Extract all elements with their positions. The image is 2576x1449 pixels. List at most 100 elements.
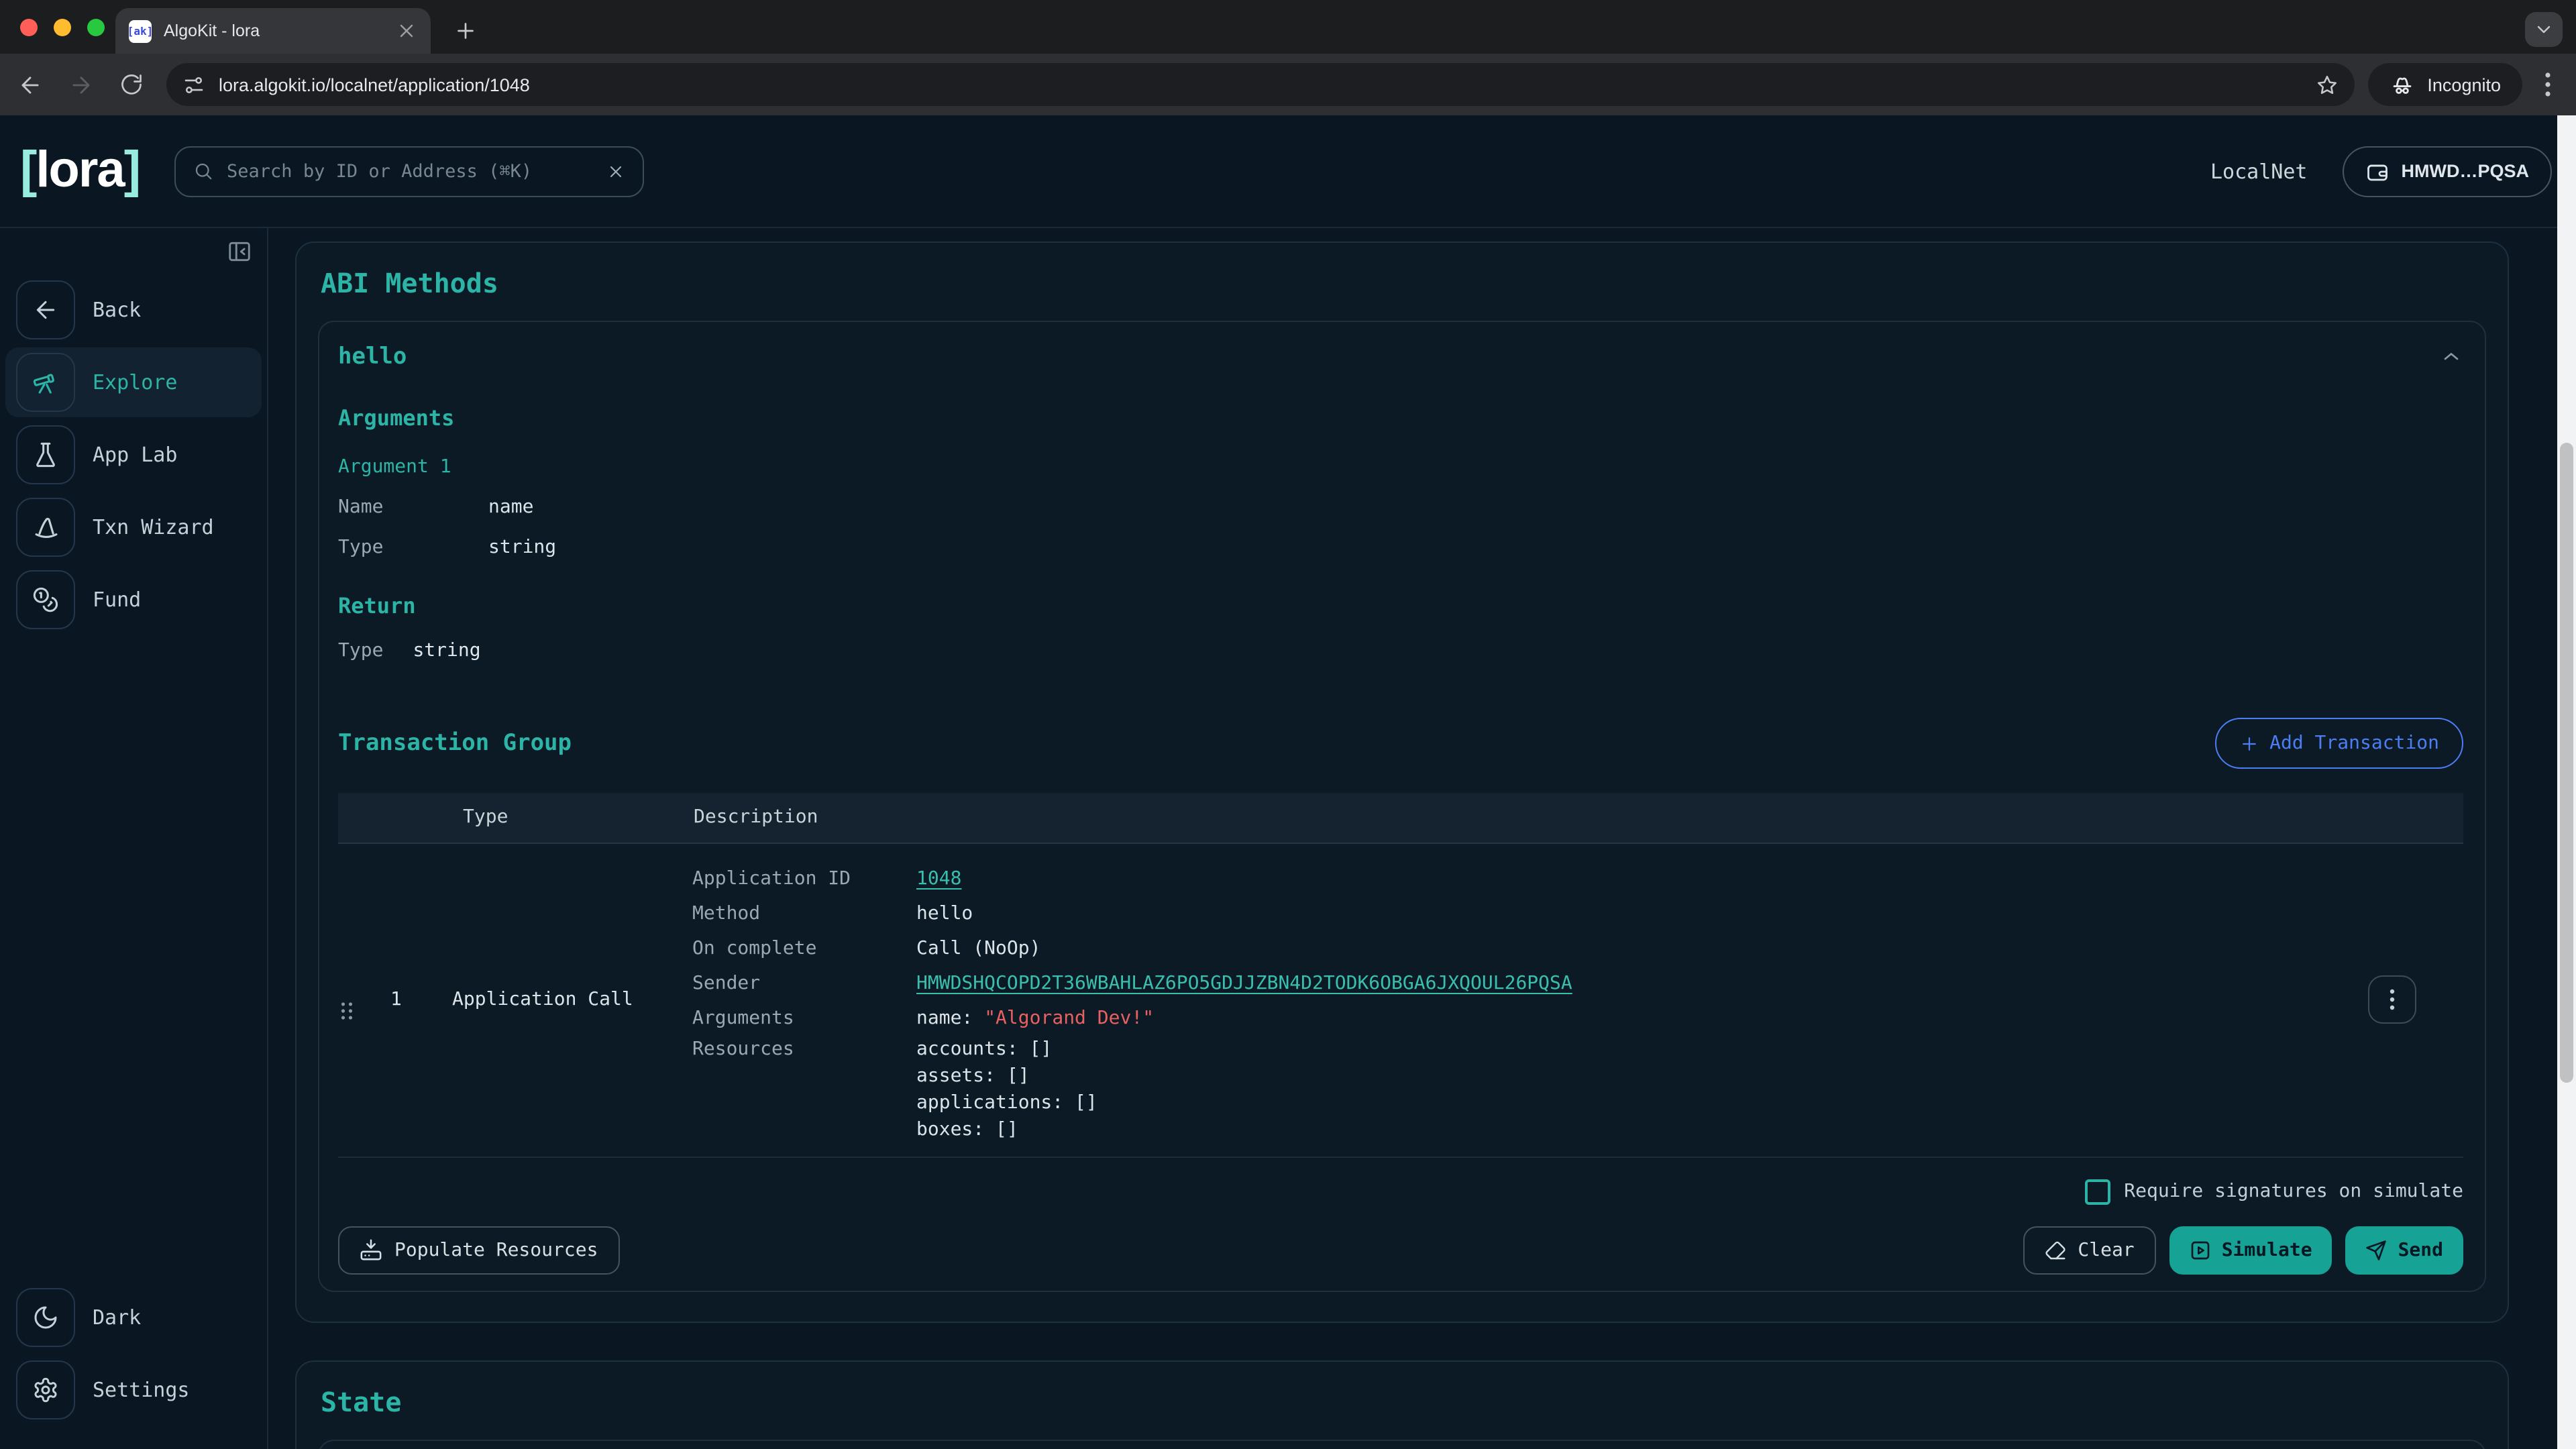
scrollbar-thumb[interactable] xyxy=(2560,443,2573,1083)
argument-type-row: Type string xyxy=(338,537,2463,558)
browser-tab[interactable]: [ak] AlgoKit - lora xyxy=(115,8,431,54)
sidebar-item-app-lab[interactable]: App Lab xyxy=(5,420,262,490)
require-signatures-row: Require signatures on simulate xyxy=(338,1179,2463,1204)
argument-string-value: "Algorand Dev!" xyxy=(984,1007,1154,1028)
plus-icon xyxy=(2239,733,2259,753)
address-bar[interactable]: lora.algokit.io/localnet/application/104… xyxy=(166,63,2355,106)
network-label[interactable]: LocalNet xyxy=(2210,159,2308,183)
sidebar: Back Explore xyxy=(0,228,268,1449)
state-title: State xyxy=(321,1385,2486,1417)
sender-address-link[interactable]: HMWDSHQCOPD2T36WBAHLAZ6PO5GDJJZBN4D2TODK… xyxy=(916,965,1572,1000)
sidebar-collapse-icon[interactable] xyxy=(227,239,252,264)
maximize-window-button[interactable] xyxy=(87,19,105,36)
sidebar-item-theme-dark[interactable]: Dark xyxy=(5,1283,262,1352)
method-hello-card: hello Arguments Argument 1 Name name xyxy=(318,321,2486,1291)
state-tablist: Global Box xyxy=(319,1440,2485,1449)
return-title: Return xyxy=(338,593,2463,619)
sidebar-nav: Back Explore xyxy=(0,275,267,637)
resource-boxes: boxes: [] xyxy=(916,1116,1097,1142)
clear-button[interactable]: Clear xyxy=(2023,1226,2155,1274)
resource-applications: applications: [] xyxy=(916,1089,1097,1116)
wizard-hat-icon xyxy=(16,498,75,557)
incognito-badge: Incognito xyxy=(2368,63,2522,106)
search-clear-icon[interactable] xyxy=(606,162,625,180)
traffic-lights xyxy=(20,19,105,36)
row-menu-button[interactable] xyxy=(2368,975,2416,1024)
drag-handle-icon[interactable] xyxy=(339,1000,388,1020)
telescope-icon xyxy=(16,353,75,412)
tab-search-button[interactable] xyxy=(2525,12,2563,47)
close-window-button[interactable] xyxy=(20,19,38,36)
resources-field: Resources accounts: [] assets: [] applic… xyxy=(692,1035,2367,1142)
abi-methods-card: ABI Methods hello Arguments Argument 1 N… xyxy=(295,241,2509,1322)
browser-toolbar: lora.algokit.io/localnet/application/104… xyxy=(0,54,2576,115)
sidebar-item-back[interactable]: Back xyxy=(5,275,262,345)
coins-icon xyxy=(16,570,75,629)
tab-close-icon[interactable] xyxy=(396,20,417,42)
action-buttons-row: Populate Resources Clear xyxy=(338,1226,2463,1274)
browser-window: [ak] AlgoKit - lora xyxy=(0,0,2576,1449)
application-id-link[interactable]: 1048 xyxy=(916,861,961,896)
sidebar-bottom: Dark Settings xyxy=(0,1283,267,1449)
argument1-title: Argument 1 xyxy=(338,456,2463,478)
sidebar-item-settings[interactable]: Settings xyxy=(5,1355,262,1425)
require-signatures-checkbox[interactable] xyxy=(2085,1179,2110,1204)
search-placeholder: Search by ID or Address (⌘K) xyxy=(227,160,606,182)
sidebar-item-explore[interactable]: Explore xyxy=(5,347,262,417)
resource-accounts: accounts: [] xyxy=(916,1035,1097,1062)
transaction-row[interactable]: 1 Application Call Application ID 1048 xyxy=(338,843,2463,1157)
send-icon xyxy=(2366,1239,2387,1260)
app-header: [lora] Search by ID or Address (⌘K) Loca… xyxy=(0,115,2576,228)
method-field: Method hello xyxy=(692,896,2367,930)
lora-logo[interactable]: [lora] xyxy=(20,142,140,200)
simulate-button[interactable]: Simulate xyxy=(2169,1226,2332,1274)
column-description: Description xyxy=(692,793,2367,843)
sidebar-item-fund[interactable]: Fund xyxy=(5,565,262,635)
main-content: ABI Methods hello Arguments Argument 1 N… xyxy=(268,228,2576,1449)
application-id-field: Application ID 1048 xyxy=(692,861,2367,896)
reload-icon[interactable] xyxy=(110,63,153,106)
row-type: Application Call xyxy=(452,989,633,1010)
search-icon xyxy=(193,161,213,181)
state-tabs-card: Global Box xyxy=(318,1439,2486,1449)
minimize-window-button[interactable] xyxy=(54,19,71,36)
url-text[interactable]: lora.algokit.io/localnet/application/104… xyxy=(219,74,2316,95)
page-scrollbar[interactable] xyxy=(2557,115,2576,1449)
search-input[interactable]: Search by ID or Address (⌘K) xyxy=(174,146,644,197)
column-type: Type xyxy=(451,793,692,843)
populate-resources-button[interactable]: Populate Resources xyxy=(338,1226,619,1274)
wallet-address: HMWD…PQSA xyxy=(2402,161,2530,181)
new-tab-button[interactable] xyxy=(448,13,483,48)
require-signatures-label: Require signatures on simulate xyxy=(2124,1181,2463,1202)
arrow-left-icon xyxy=(16,280,75,339)
chevron-up-icon[interactable] xyxy=(2439,345,2463,369)
on-complete-field: On complete Call (NoOp) xyxy=(692,930,2367,965)
flask-icon xyxy=(16,425,75,484)
resource-assets: assets: [] xyxy=(916,1062,1097,1089)
arguments-title: Arguments xyxy=(338,405,2463,431)
state-card: State Global Box xyxy=(295,1360,2509,1449)
transaction-group-title: Transaction Group xyxy=(338,730,572,757)
forward-icon[interactable] xyxy=(59,63,102,106)
tab-global[interactable]: Global xyxy=(319,1440,433,1449)
wallet-button[interactable]: HMWD…PQSA xyxy=(2343,146,2553,197)
argument-name-row: Name name xyxy=(338,496,2463,518)
tab-box[interactable]: Box xyxy=(433,1440,513,1449)
return-type-row: Type string xyxy=(338,640,2463,661)
site-settings-icon[interactable] xyxy=(182,73,205,96)
send-button[interactable]: Send xyxy=(2346,1226,2463,1274)
transaction-table: Type Description xyxy=(338,793,2463,1157)
gear-icon xyxy=(16,1360,75,1419)
wallet-icon xyxy=(2365,159,2390,183)
browser-menu-icon[interactable] xyxy=(2530,63,2565,106)
add-transaction-button[interactable]: Add Transaction xyxy=(2214,718,2463,769)
method-name: hello xyxy=(338,343,407,370)
lora-app: [lora] Search by ID or Address (⌘K) Loca… xyxy=(0,115,2576,1449)
table-header-row: Type Description xyxy=(338,793,2463,843)
state-section: State Global Box xyxy=(295,1360,2509,1449)
back-icon[interactable] xyxy=(8,63,51,106)
sidebar-item-txn-wizard[interactable]: Txn Wizard xyxy=(5,492,262,562)
bookmark-star-icon[interactable] xyxy=(2316,73,2339,96)
tab-title: AlgoKit - lora xyxy=(164,21,396,40)
incognito-icon xyxy=(2390,72,2415,97)
